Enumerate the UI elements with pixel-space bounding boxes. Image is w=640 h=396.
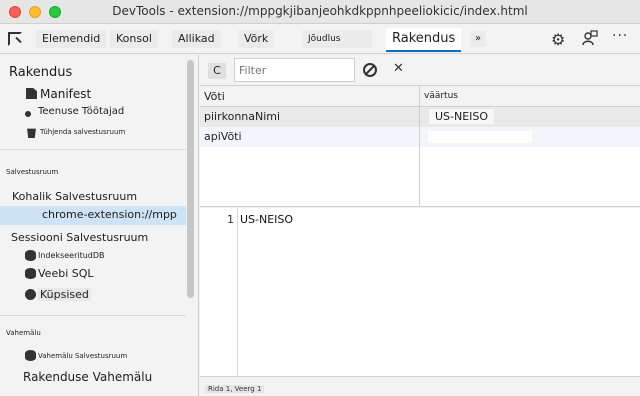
sidebar-item-service-workers[interactable]: Teenuse Töötajad [38,106,124,117]
sidebar-item-cookies[interactable]: Küpsised [38,288,91,301]
table-row[interactable]: piirkonnaNimi US-NEISO [200,107,640,127]
table-cell-value [428,131,532,143]
sidebar-divider [0,315,186,316]
column-divider[interactable] [419,86,420,207]
tab-sources[interactable]: Allikad [172,30,221,48]
storage-toolbar: C ✕ [200,55,640,86]
value-preview-pane: 1 US-NEISO [200,208,640,376]
sidebar-item-clear-storage[interactable]: Tühjenda salvestusruum [40,128,125,136]
delete-selected-button[interactable]: ✕ [393,61,404,76]
application-sidebar: Rakendus Manifest Teenuse Töötajad Tühje… [0,55,199,396]
database-icon [25,350,36,361]
table-row[interactable]: apiVõti [200,127,640,147]
storage-table: Võti väärtus piirkonnaNimi US-NEISO apiV… [200,86,640,207]
table-cell-value: US-NEISO [428,108,496,125]
sidebar-item-web-sql[interactable]: Veebi SQL [38,267,94,280]
column-header-value[interactable]: väärtus [420,86,640,107]
sidebar-item-manifest[interactable]: Manifest [40,87,91,101]
window-title: DevTools - extension://mppgkjibanjeohkdk… [112,4,528,18]
database-icon [25,250,36,261]
sidebar-heading-application: Rakendus [9,65,73,80]
sidebar-item-indexeddb[interactable]: IndekseeritudDB [38,251,105,260]
title-bar: DevTools - extension://mppgkjibanjeohkdk… [0,0,640,24]
feedback-icon[interactable] [582,30,598,46]
tab-elements[interactable]: Elemendid [36,30,107,48]
status-bar: Rida 1, Veerg 1 [200,376,640,396]
sidebar-item-cache-storage[interactable]: Vahemälu Salvestusruum [38,352,127,360]
database-icon [25,268,36,279]
column-header-key[interactable]: Võti [200,86,420,107]
sidebar-item-local-storage-origin[interactable]: chrome-extension://mpp [42,208,177,221]
settings-gear-icon[interactable]: ⚙ [551,30,565,49]
tab-console[interactable]: Konsol [110,30,158,48]
manifest-icon [26,88,37,99]
sidebar-scrollbar[interactable] [187,60,194,298]
devtools-tab-bar: Elemendid Konsol Allikad Võrk Jõudlus Ra… [0,24,640,54]
table-cell-key: piirkonnaNimi [204,110,281,123]
table-cell-key: apiVõti [204,130,242,143]
line-number-gutter: 1 [200,208,238,376]
more-tabs-button[interactable]: » [470,31,486,47]
trash-icon [27,128,36,138]
sidebar-item-session-storage[interactable]: Sessiooni Salvestusruum [11,231,148,244]
service-workers-icon [25,111,31,117]
cursor-position: Rida 1, Veerg 1 [205,385,265,393]
sidebar-heading-cache: Vahemälu [6,329,41,337]
sidebar-heading-storage: Salvestusruum [6,168,59,176]
sidebar-item-local-storage[interactable]: Kohalik Salvestusruum [12,190,137,203]
tab-network[interactable]: Võrk [238,30,275,48]
inspect-element-icon[interactable] [8,32,22,46]
more-options-icon[interactable]: ··· [612,28,628,44]
tab-performance[interactable]: Jõudlus [302,30,372,48]
filter-input[interactable] [234,58,355,82]
cookie-icon [25,289,36,300]
refresh-button[interactable]: C [208,63,226,79]
line-number: 1 [227,213,234,226]
clear-all-icon[interactable] [363,63,377,77]
sidebar-divider [0,149,186,150]
tab-application[interactable]: Rakendus [386,28,462,52]
preview-text: US-NEISO [240,213,294,226]
sidebar-item-application-cache[interactable]: Rakenduse Vahemälu [23,370,152,384]
